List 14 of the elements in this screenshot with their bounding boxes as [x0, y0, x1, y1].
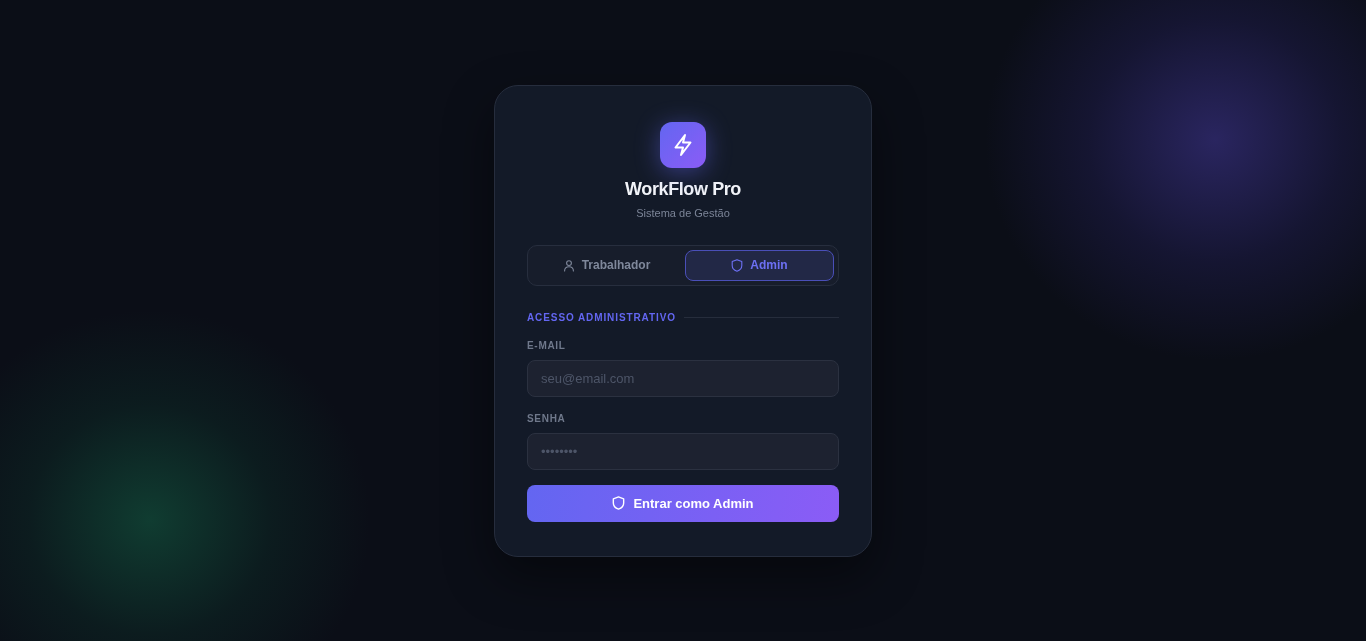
bolt-logo-icon [660, 121, 706, 168]
input-field[interactable]: •••••••• [527, 432, 839, 470]
shield-icon [731, 258, 744, 272]
section-heading: ACESSO ADMINISTRATIVO [527, 311, 676, 324]
field-label: SENHA [527, 412, 566, 425]
role-tab[interactable]: Admin [685, 249, 834, 281]
role-tab[interactable]: Trabalhador [532, 249, 681, 281]
app-title: WorkFlow Pro [625, 177, 741, 200]
input-field[interactable]: seu@email.com [527, 359, 839, 397]
submit-button[interactable]: Entrar como Admin [527, 484, 839, 522]
shield-icon [612, 496, 626, 510]
user-icon [562, 258, 575, 272]
app-subtitle: Sistema de Gestão [636, 205, 730, 220]
field-label: E-MAIL [527, 339, 566, 352]
